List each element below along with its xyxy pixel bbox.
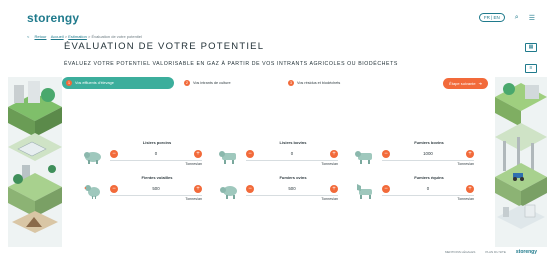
decrement-button[interactable]: − xyxy=(246,150,254,158)
footer-link-mentions[interactable]: MENTIONS LÉGALES xyxy=(445,250,475,254)
quantity-input[interactable]: 1000 xyxy=(392,150,464,158)
increment-button[interactable]: + xyxy=(466,150,474,158)
quantity-stepper: − 500 + xyxy=(246,184,338,196)
back-arrow-icon[interactable]: < xyxy=(27,34,29,39)
quantity-input[interactable]: 0 xyxy=(392,185,464,193)
sheep-icon xyxy=(220,186,237,199)
farm-illustration-right xyxy=(495,77,547,247)
arrow-right-icon: ➔ xyxy=(478,80,482,86)
footer-link-plan[interactable]: PLAN DU SITE xyxy=(485,250,506,254)
menu-icon[interactable]: ☰ xyxy=(529,14,535,22)
step-navigation: 1 Vos effluents d'élevage 2 Vos intrants… xyxy=(62,76,494,90)
decrement-button[interactable]: − xyxy=(246,185,254,193)
unit-label: Tonnes/an xyxy=(185,162,202,166)
card-label: Fumiers équins xyxy=(414,175,444,180)
card-label: Fumiers bovins xyxy=(414,140,444,145)
quantity-input[interactable]: 500 xyxy=(256,185,328,193)
input-card-lisiers-bovins: Lisiers bovins − 0 + Tonnes/an xyxy=(218,140,340,176)
quantity-stepper: − 0 + xyxy=(110,149,202,161)
input-card-lisiers-porcins: Lisiers porcins − 0 + Tonnes/an xyxy=(82,140,204,176)
cow-icon xyxy=(355,151,372,164)
increment-button[interactable]: + xyxy=(330,150,338,158)
unit-label: Tonnes/an xyxy=(457,162,474,166)
footer: MENTIONS LÉGALES PLAN DU SITE storengy xyxy=(445,249,537,255)
step-number: 1 xyxy=(66,80,72,86)
step-label: Vos intrants de culture xyxy=(193,81,231,85)
step-2-cultures[interactable]: 2 Vos intrants de culture xyxy=(180,77,284,89)
input-card-fumiers-equins: Fumiers équins − 0 + Tonnes/an xyxy=(354,175,476,211)
quantity-stepper: − 1000 + xyxy=(382,149,474,161)
unit-label: Tonnes/an xyxy=(457,197,474,201)
inputs-panel: Lisiers porcins − 0 + Tonnes/an Lisiers … xyxy=(62,90,494,245)
increment-button[interactable]: + xyxy=(194,185,202,193)
unit-label: Tonnes/an xyxy=(185,197,202,201)
step-3-residus[interactable]: 3 Vos résidus et biodéchets xyxy=(284,77,402,89)
increment-button[interactable]: + xyxy=(194,150,202,158)
next-step-button[interactable]: Étape suivante ➔ xyxy=(443,77,488,89)
horse-icon xyxy=(357,184,372,199)
decrement-button[interactable]: − xyxy=(382,185,390,193)
breadcrumb-estimation-link[interactable]: Estimation xyxy=(68,34,87,39)
increment-button[interactable]: + xyxy=(330,185,338,193)
farm-illustration-left xyxy=(8,77,62,247)
breadcrumb-home-link[interactable]: Accueil xyxy=(51,34,64,39)
breadcrumb-back-link[interactable]: Retour xyxy=(34,34,46,39)
quantity-stepper: − 500 + xyxy=(110,184,202,196)
language-switch[interactable]: FR | EN xyxy=(478,13,505,22)
page-title: ÉVALUATION DE VOTRE POTENTIEL xyxy=(64,41,265,52)
page-subtitle: ÉVALUEZ VOTRE POTENTIEL VALORISABLE EN G… xyxy=(64,61,398,67)
unit-label: Tonnes/an xyxy=(321,197,338,201)
step-label: Vos résidus et biodéchets xyxy=(297,81,341,85)
right-side-tools: ▦ ≡ xyxy=(525,43,537,73)
decrement-button[interactable]: − xyxy=(110,150,118,158)
card-label: Lisiers porcins xyxy=(142,140,172,145)
step-number: 2 xyxy=(184,80,190,86)
top-actions: FR | EN ⌕ ☰ xyxy=(478,13,535,22)
input-card-fumiers-bovins: Fumiers bovins − 1000 + Tonnes/an xyxy=(354,140,476,176)
document-icon[interactable]: ≡ xyxy=(525,64,537,73)
decrement-button[interactable]: − xyxy=(110,185,118,193)
step-1-effluents[interactable]: 1 Vos effluents d'élevage xyxy=(62,77,174,89)
card-label: Fientes volailles xyxy=(141,175,173,180)
quantity-input[interactable]: 0 xyxy=(120,150,192,158)
quantity-stepper: − 0 + xyxy=(382,184,474,196)
step-number: 3 xyxy=(288,80,294,86)
card-label: Fumiers ovins xyxy=(279,175,307,180)
breadcrumb-current: Évaluation de votre potentiel xyxy=(91,34,142,39)
unit-label: Tonnes/an xyxy=(321,162,338,166)
decrement-button[interactable]: − xyxy=(382,150,390,158)
quantity-stepper: − 0 + xyxy=(246,149,338,161)
quantity-input[interactable]: 500 xyxy=(120,185,192,193)
card-label: Lisiers bovins xyxy=(279,140,307,145)
search-icon[interactable]: ⌕ xyxy=(515,14,519,22)
footer-brand-logo[interactable]: storengy xyxy=(516,249,537,255)
calculator-icon[interactable]: ▦ xyxy=(525,43,537,52)
logo[interactable]: storengy xyxy=(27,11,79,25)
next-step-label: Étape suivante xyxy=(449,80,476,86)
chicken-icon xyxy=(84,185,100,199)
input-card-fumiers-ovins: Fumiers ovins − 500 + Tonnes/an xyxy=(218,175,340,211)
step-label: Vos effluents d'élevage xyxy=(75,81,114,85)
input-card-fientes-volailles: Fientes volailles − 500 + Tonnes/an xyxy=(82,175,204,211)
cow-icon xyxy=(219,151,236,164)
quantity-input[interactable]: 0 xyxy=(256,150,328,158)
pig-icon xyxy=(84,152,101,164)
breadcrumb: < Retour Accueil > Estimation > Évaluati… xyxy=(27,34,142,39)
increment-button[interactable]: + xyxy=(466,185,474,193)
